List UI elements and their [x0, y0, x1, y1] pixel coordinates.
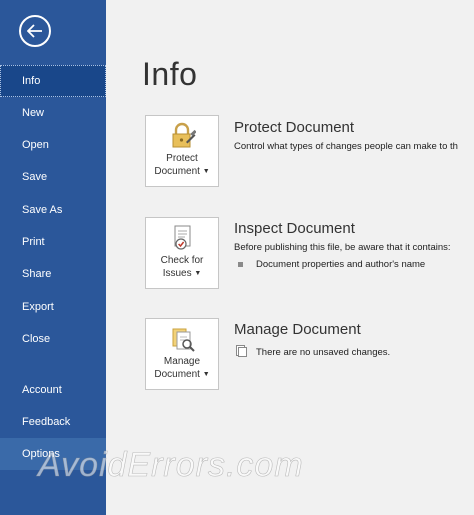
manage-document-title: Manage Document [234, 321, 361, 338]
manage-button-label-line1: Manage [163, 356, 201, 367]
nav-share[interactable]: Share [0, 258, 106, 290]
nav-new-label: New [22, 107, 45, 119]
nav-export-label: Export [22, 301, 54, 313]
back-arrow-icon [27, 24, 42, 38]
document-icon [236, 345, 247, 357]
nav-feedback-label: Feedback [22, 416, 71, 428]
check-button-label-line2: Issues [162, 268, 192, 279]
lock-icon [172, 122, 196, 148]
nav-export[interactable]: Export [0, 291, 106, 323]
nav-save-as[interactable]: Save As [0, 194, 106, 226]
nav-new[interactable]: New [0, 97, 106, 129]
nav-print[interactable]: Print [0, 226, 106, 258]
nav-save[interactable]: Save [0, 161, 106, 193]
nav-open[interactable]: Open [0, 129, 106, 161]
inspect-document-bullet: Document properties and author's name [256, 259, 426, 270]
check-button-label-line1: Check for [160, 255, 204, 266]
nav-print-label: Print [22, 236, 45, 248]
page-title: Info [142, 56, 198, 92]
nav-open-label: Open [22, 139, 49, 151]
back-button[interactable] [19, 15, 51, 47]
backstage-sidebar: Info New Open Save Save As Print Share E… [0, 0, 106, 515]
nav-feedback[interactable]: Feedback [0, 406, 106, 438]
protect-document-description: Control what types of changes people can… [234, 141, 458, 152]
check-document-icon [174, 225, 191, 250]
manage-document-bullet: There are no unsaved changes. [256, 347, 391, 358]
nav-save-as-label: Save As [22, 204, 63, 216]
nav-account[interactable]: Account [0, 374, 106, 406]
nav-close-label: Close [22, 333, 51, 345]
nav-share-label: Share [22, 268, 52, 280]
nav-info[interactable]: Info [0, 65, 106, 97]
check-for-issues-button[interactable]: Check for Issues ▼ [145, 217, 219, 289]
inspect-document-title: Inspect Document [234, 220, 355, 237]
manage-button-label-line2: Document [154, 369, 200, 380]
nav-account-label: Account [22, 384, 62, 396]
protect-button-label-line2: Document [154, 166, 200, 177]
info-pane: Info Protect Document ▼ Protect Document… [106, 0, 474, 515]
nav-info-label: Info [22, 75, 41, 87]
bullet-square-icon [238, 262, 243, 267]
dropdown-caret-icon: ▼ [202, 168, 210, 175]
protect-button-label-line1: Protect [166, 153, 198, 164]
dropdown-caret-icon: ▼ [194, 270, 202, 277]
manage-document-icon [172, 328, 195, 352]
manage-document-button[interactable]: Manage Document ▼ [145, 318, 219, 390]
watermark-text: AvoidErrors.com [38, 446, 304, 485]
inspect-document-description: Before publishing this file, be aware th… [234, 242, 451, 253]
dropdown-caret-icon: ▼ [202, 371, 210, 378]
protect-document-title: Protect Document [234, 119, 355, 136]
nav-close[interactable]: Close [0, 323, 106, 355]
nav-save-label: Save [22, 171, 48, 183]
protect-document-button[interactable]: Protect Document ▼ [145, 115, 219, 187]
